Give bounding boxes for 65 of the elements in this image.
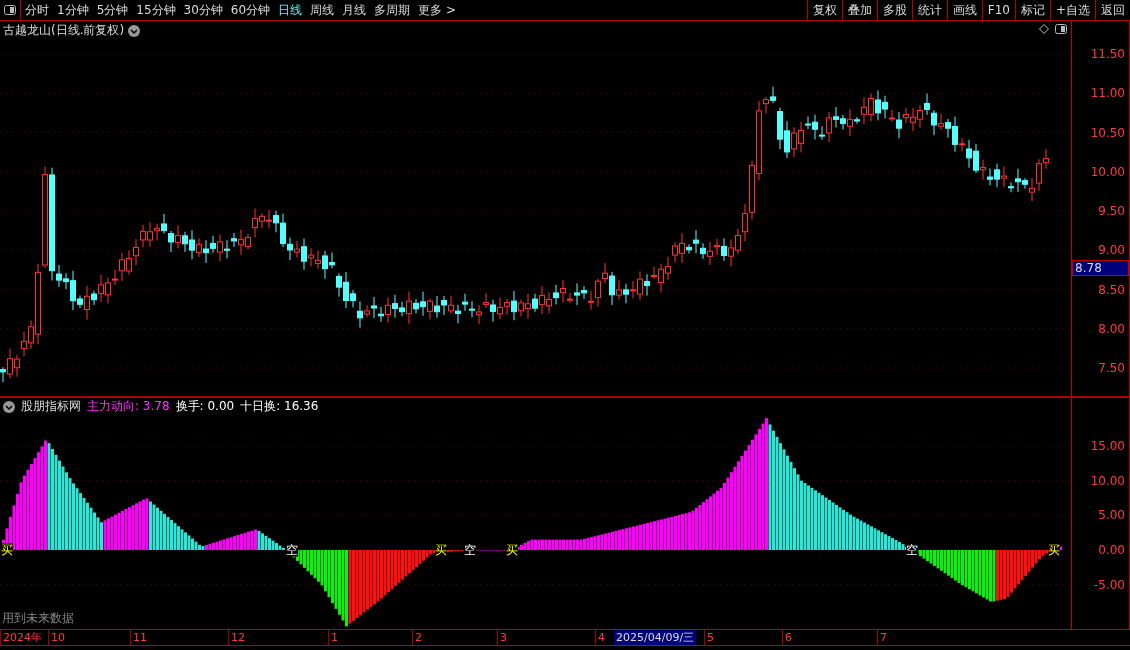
axis-label: 7.50 [1098, 361, 1125, 375]
toolbar-button[interactable]: 标记 [1014, 0, 1050, 20]
signal-mark: 空 [464, 543, 476, 557]
date-label: 6 [782, 630, 792, 645]
date-label: 2 [412, 630, 422, 645]
toolbar-button[interactable]: 统计 [911, 0, 947, 20]
period-tab[interactable]: 多周期 [370, 0, 415, 20]
axis-label: 10.50 [1090, 125, 1125, 140]
axis-label: 9.00 [1098, 243, 1125, 258]
period-tab[interactable]: 分时 [21, 0, 53, 20]
toolbar-button[interactable]: 复权 [806, 0, 842, 20]
period-tab[interactable]: 5分钟 [92, 0, 133, 20]
axis-label: 11.00 [1090, 86, 1125, 101]
toolbar-button[interactable]: 多股 [876, 0, 912, 20]
date-label: 2024年 [0, 630, 42, 645]
panel-toggle-icon[interactable] [1055, 24, 1068, 34]
signal-mark: 空 [906, 543, 918, 557]
indicator-name: 股朋指标网 [21, 398, 81, 415]
date-label: 5 [704, 630, 714, 645]
price-tag: 8.78 [1072, 259, 1129, 276]
axis-label: 0.00 [1098, 543, 1125, 557]
indicator-value: 主力动向: 3.78 [87, 398, 170, 415]
toolbar-button[interactable]: +自选 [1049, 0, 1095, 20]
period-tab[interactable]: 更多 > [414, 0, 460, 20]
toolbar-button[interactable]: 叠加 [841, 0, 877, 20]
date-label: 3 [497, 630, 507, 645]
signal-mark: 空 [286, 543, 298, 557]
warning-note: 用到未来数据 [2, 610, 74, 627]
dropdown-icon[interactable] [128, 24, 141, 37]
toolbar-button[interactable]: F10 [981, 0, 1015, 20]
date-label: 12 [228, 630, 245, 645]
axis-label: 9.50 [1098, 204, 1125, 218]
date-label: 11 [130, 630, 147, 645]
toolbar-button[interactable]: 返回 [1095, 0, 1130, 20]
indicator-value: 换手: 0.00 [175, 398, 235, 415]
panel-toggle-icon[interactable] [4, 5, 16, 15]
signal-mark: 买 [1, 543, 13, 557]
axis-label: 5.00 [1098, 508, 1125, 523]
signal-mark: 买 [435, 543, 447, 557]
dropdown-icon[interactable] [3, 400, 15, 413]
period-tab[interactable]: 15分钟 [132, 0, 180, 20]
diamond-icon[interactable] [1039, 24, 1050, 34]
axis-label: 8.50 [1098, 282, 1125, 297]
signal-mark: 买 [1048, 543, 1060, 557]
cursor-date-label: 2025/04/09/三 [614, 630, 697, 645]
date-label: 7 [877, 630, 887, 645]
period-tab[interactable]: 60分钟 [226, 0, 275, 20]
toolbar-button[interactable]: 画线 [946, 0, 982, 20]
axis-label: 8.00 [1098, 321, 1125, 336]
period-tab[interactable]: 周线 [306, 0, 339, 20]
period-tab[interactable]: 月线 [338, 0, 371, 20]
date-label: 1 [328, 630, 338, 645]
axis-label: -5.00 [1093, 577, 1125, 592]
period-tab[interactable]: 1分钟 [53, 0, 93, 20]
chart-title: 古越龙山(日线.前复权) [3, 22, 125, 39]
period-tab[interactable]: 30分钟 [179, 0, 227, 20]
axis-label: 10.00 [1090, 164, 1125, 179]
indicator-value: 十日换: 16.36 [240, 398, 319, 415]
axis-label: 11.50 [1090, 47, 1125, 61]
date-label: 4 [595, 630, 605, 645]
axis-label: 10.00 [1090, 473, 1125, 488]
date-label: 10 [48, 630, 65, 645]
period-tab[interactable]: 日线 [274, 0, 307, 20]
signal-mark: 买 [506, 543, 518, 557]
axis-label: 15.00 [1090, 438, 1125, 453]
